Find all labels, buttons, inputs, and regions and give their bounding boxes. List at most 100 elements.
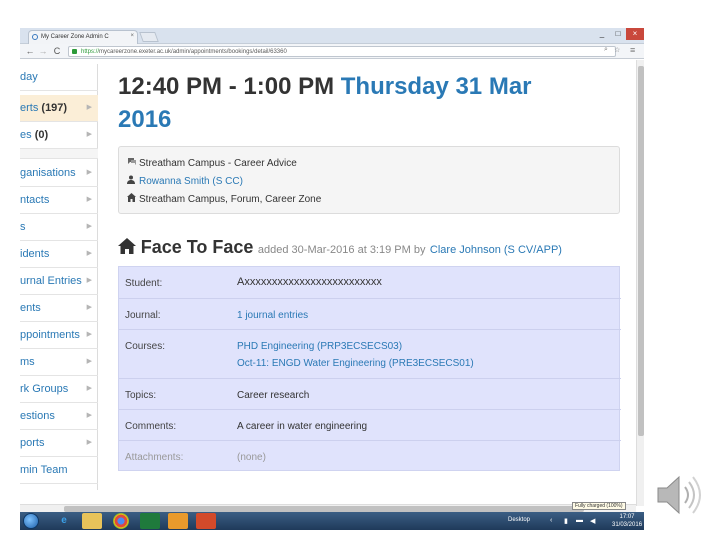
added-by-link[interactable]: Clare Johnson (S CV/APP) xyxy=(430,244,562,256)
powerpoint-icon[interactable] xyxy=(196,513,216,529)
sidebar-item-students[interactable]: idents ▶ xyxy=(20,241,98,268)
user-icon xyxy=(127,175,139,186)
vertical-scrollbar[interactable] xyxy=(636,60,644,506)
table-row: Comments: A career in water engineering xyxy=(119,410,621,441)
sidebar-item-jobs[interactable]: s ▶ xyxy=(20,214,98,241)
sidebar-item-work-groups[interactable]: rk Groups ▶ xyxy=(20,376,98,403)
outlook-icon[interactable] xyxy=(168,513,188,529)
sidebar-item-forms[interactable]: ms ▶ xyxy=(20,349,98,376)
clock-date: 31/03/2016 xyxy=(612,522,643,528)
sidebar-item-label: ganisations xyxy=(20,167,76,179)
browser-tab[interactable]: My Career Zone Admin C × xyxy=(28,30,138,44)
new-tab-button[interactable] xyxy=(139,32,159,42)
course-link[interactable]: Oct-11: ENGD Water Engineering (PRE3ECSE… xyxy=(237,358,474,369)
browser-menu-icon[interactable]: ≡ xyxy=(630,45,635,55)
chevron-right-icon: ▶ xyxy=(86,358,92,365)
sidebar-nav: day erts (197) ▶ es (0) ▶ ganisations ▶ … xyxy=(20,64,98,490)
windows-taskbar: e Desktop ‹ ▮ ▬ ◀ 17:07 31/03/2016 xyxy=(20,512,644,530)
start-button[interactable] xyxy=(23,513,39,529)
sidebar-item-label: idents xyxy=(20,248,50,260)
chevron-right-icon: ▶ xyxy=(86,304,92,311)
sidebar-item-events[interactable]: ents ▶ xyxy=(20,295,98,322)
chevron-right-icon: ▶ xyxy=(86,196,92,203)
sidebar-item-label: ntacts xyxy=(20,194,50,206)
battery-tooltip: Fully charged (100%) xyxy=(572,502,626,510)
service-name: Streatham Campus - Career Advice xyxy=(139,158,297,169)
tab-favicon-icon xyxy=(32,34,38,40)
home-icon xyxy=(118,238,141,257)
chevron-right-icon: ▶ xyxy=(86,385,92,392)
sidebar-item-count: (0) xyxy=(34,129,49,141)
course-link[interactable]: PHD Engineering (PRP3ECSECS03) xyxy=(237,341,402,352)
back-arrow-icon[interactable]: ← xyxy=(24,45,36,57)
appointment-info-box: Streatham Campus - Career Advice Rowanna… xyxy=(118,146,620,214)
vertical-scrollbar-thumb[interactable] xyxy=(638,66,644,436)
sidebar-item-questions[interactable]: estions ▶ xyxy=(20,403,98,430)
sidebar-item-reports[interactable]: ports ▶ xyxy=(20,430,98,457)
sidebar-item-alerts[interactable]: erts (197) ▶ xyxy=(20,95,98,122)
desktop-toolbar-label[interactable]: Desktop xyxy=(508,517,530,523)
url-path: mycareerzone.exeter.ac.uk/admin/appointm… xyxy=(99,49,287,55)
appointment-year: 2016 xyxy=(118,106,172,133)
sidebar-item-journal-entries[interactable]: urnal Entries ▶ xyxy=(20,268,98,295)
service-line: Streatham Campus - Career Advice xyxy=(127,157,297,169)
file-explorer-icon[interactable] xyxy=(82,513,102,529)
sidebar-item-label: day xyxy=(20,71,38,83)
student-name[interactable]: Axxxxxxxxxxxxxxxxxxxxxxxxx xyxy=(237,276,382,288)
tray-battery-icon[interactable]: ▬ xyxy=(576,517,583,524)
taskbar-clock[interactable]: 17:07 31/03/2016 xyxy=(612,513,642,529)
tab-close-icon[interactable]: × xyxy=(130,33,134,39)
adviser-line: Rowanna Smith (S CC) xyxy=(127,175,243,187)
appointment-date: Thursday 31 Mar xyxy=(340,73,532,100)
adviser-link[interactable]: Rowanna Smith (S CC) xyxy=(139,176,243,187)
chevron-right-icon: ▶ xyxy=(86,277,92,284)
sidebar-item-organisations[interactable]: ganisations ▶ xyxy=(20,160,98,187)
appointment-heading: Face To Face added 30-Mar-2016 at 3:19 P… xyxy=(118,237,620,258)
internet-explorer-icon[interactable]: e xyxy=(54,513,74,529)
row-label: Topics: xyxy=(125,390,157,401)
window-close-button[interactable]: × xyxy=(626,28,644,40)
sidebar-item-appointments[interactable]: ppointments ▶ xyxy=(20,322,98,349)
location-line: Streatham Campus, Forum, Career Zone xyxy=(127,193,321,205)
zoom-icon[interactable]: ⌕ xyxy=(604,46,608,54)
sidebar-item-label: estions xyxy=(20,410,55,422)
tray-network-icon[interactable]: ▮ xyxy=(564,517,568,525)
journal-link[interactable]: 1 journal entries xyxy=(237,310,308,321)
sidebar-item-label: ms xyxy=(20,356,35,368)
attachments-value: (none) xyxy=(237,452,266,463)
page-title: 12:40 PM - 1:00 PM Thursday 31 Mar 2016 xyxy=(118,70,620,136)
row-label: Attachments: xyxy=(125,452,184,463)
sidebar-item-label: erts xyxy=(20,102,42,114)
forward-arrow-icon[interactable]: → xyxy=(37,45,49,57)
tray-volume-icon[interactable]: ◀ xyxy=(590,517,595,525)
sidebar-item-contacts[interactable]: ntacts ▶ xyxy=(20,187,98,214)
sidebar-item-label: ents xyxy=(20,302,41,314)
excel-icon[interactable] xyxy=(140,513,160,529)
chrome-icon[interactable] xyxy=(113,513,129,529)
reload-icon[interactable]: C xyxy=(51,45,63,57)
bookmark-star-icon[interactable]: ☆ xyxy=(614,46,620,54)
row-label: Courses: xyxy=(125,341,166,352)
sidebar-item-admin-team[interactable]: min Team xyxy=(20,457,98,484)
appointment-details-table: Student: Axxxxxxxxxxxxxxxxxxxxxxxxx Jour… xyxy=(118,266,621,471)
window-minimize-button[interactable]: _ xyxy=(594,28,610,40)
address-bar[interactable]: https://mycareerzone.exeter.ac.uk/admin/… xyxy=(68,46,616,57)
tray-expand-icon[interactable]: ‹ xyxy=(550,517,552,524)
sidebar-item-today[interactable]: day xyxy=(20,64,98,91)
speaker-icon[interactable] xyxy=(654,470,704,520)
row-label: Student: xyxy=(125,278,163,289)
sidebar-item-label: min Team xyxy=(20,464,68,476)
sidebar-item-label: s xyxy=(20,221,26,233)
chat-icon xyxy=(127,157,139,168)
page-viewport: day erts (197) ▶ es (0) ▶ ganisations ▶ … xyxy=(20,60,644,506)
screen: My Career Zone Admin C × _ □ × ← → C htt… xyxy=(0,0,720,540)
sidebar-item-label: urnal Entries xyxy=(20,275,82,287)
sidebar-item-count: (197) xyxy=(41,102,68,114)
horizontal-scrollbar[interactable] xyxy=(20,504,636,512)
sidebar-divider xyxy=(20,149,98,159)
sidebar-item-messages[interactable]: es (0) ▶ xyxy=(20,122,98,149)
sidebar-item-label: es xyxy=(20,129,35,141)
window-maximize-button[interactable]: □ xyxy=(610,28,626,40)
sidebar-item-label: ports xyxy=(20,437,45,449)
chevron-right-icon: ▶ xyxy=(86,223,92,230)
